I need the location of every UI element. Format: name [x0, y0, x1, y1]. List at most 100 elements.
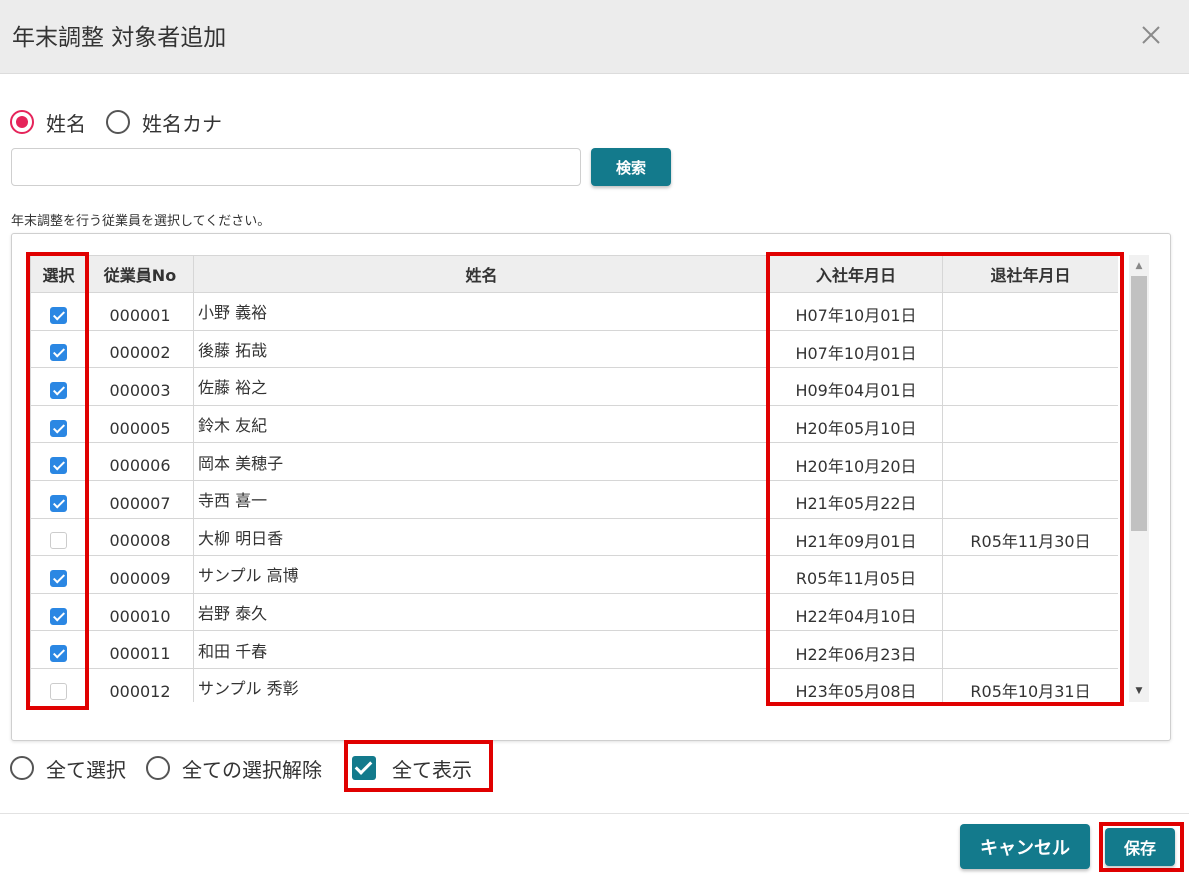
row-select-checkbox[interactable]: [50, 457, 67, 475]
select-cell: [30, 630, 87, 669]
hire-date-cell: H09年04月01日: [769, 367, 943, 406]
select-cell: [30, 292, 87, 331]
hire-date-cell: H21年09月01日: [769, 517, 943, 557]
employee-name-cell: 佐藤 裕之: [193, 367, 770, 406]
employee-no-cell: 000005: [86, 404, 194, 444]
radio-button-name[interactable]: [10, 110, 34, 134]
row-select-checkbox[interactable]: [50, 682, 67, 700]
row-select-checkbox[interactable]: [50, 569, 67, 587]
scroll-up-arrow-icon[interactable]: ▲: [1129, 259, 1149, 273]
row-select-checkbox[interactable]: [50, 381, 67, 399]
table-row[interactable]: 000011 和田 千春 H22年06月23日: [30, 630, 1118, 669]
column-header-employee-no[interactable]: 従業員No: [86, 255, 194, 293]
employee-name-cell: 小野 義裕: [193, 292, 770, 331]
employee-no-cell: 000002: [86, 329, 194, 369]
search-input[interactable]: [11, 148, 581, 186]
show-all-option[interactable]: 全て表示: [342, 754, 472, 783]
radio-label-name-kana: 姓名カナ: [142, 111, 222, 136]
select-cell: [30, 367, 87, 406]
select-all-option[interactable]: 全て選択: [10, 754, 126, 783]
footer-divider: [0, 813, 1189, 814]
dialog-title: 年末調整 対象者追加: [12, 25, 227, 51]
employee-no-cell: 000012: [86, 667, 194, 702]
select-cell: [30, 442, 87, 481]
table-row[interactable]: 000012 サンプル 秀彰 H23年05月08日 R05年10月31日: [30, 667, 1118, 702]
radio-option-name-kana[interactable]: 姓名カナ: [106, 108, 222, 137]
bottom-options: 全て選択 全ての選択解除 全て表示: [10, 752, 492, 784]
search-button[interactable]: 検索: [591, 148, 671, 186]
employee-table: 選択 従業員No 姓名 入社年月日 退社年月日 000001 小野 義裕 H07年1…: [30, 255, 1118, 702]
close-button[interactable]: [1136, 20, 1166, 50]
show-all-checkbox[interactable]: [352, 756, 376, 780]
column-header-leave-date[interactable]: 退社年月日: [942, 255, 1118, 293]
deselect-all-radio[interactable]: [146, 756, 170, 780]
column-header-name[interactable]: 姓名: [193, 255, 770, 293]
row-select-checkbox[interactable]: [50, 419, 67, 437]
employee-name-cell: 寺西 喜一: [193, 479, 770, 519]
deselect-all-option[interactable]: 全ての選択解除: [146, 754, 322, 783]
employee-name-cell: 後藤 拓哉: [193, 329, 770, 369]
hire-date-cell: H07年10月01日: [769, 329, 943, 369]
table-row[interactable]: 000008 大柳 明日香 H21年09月01日 R05年11月30日: [30, 517, 1118, 557]
select-cell: [30, 517, 87, 557]
deselect-all-label: 全ての選択解除: [182, 757, 322, 782]
leave-date-cell: [942, 404, 1118, 444]
close-icon[interactable]: [1136, 20, 1166, 50]
save-button[interactable]: 保存: [1105, 828, 1175, 866]
column-header-hire-date[interactable]: 入社年月日: [769, 255, 943, 293]
select-all-label: 全て選択: [46, 757, 126, 782]
select-cell: [30, 479, 87, 519]
table-row[interactable]: 000003 佐藤 裕之 H09年04月01日: [30, 367, 1118, 406]
leave-date-cell: R05年11月30日: [942, 517, 1118, 557]
hire-date-cell: H07年10月01日: [769, 292, 943, 331]
dialog-header: 年末調整 対象者追加: [0, 0, 1189, 74]
employee-no-cell: 000010: [86, 592, 194, 632]
row-select-checkbox[interactable]: [50, 532, 67, 550]
leave-date-cell: [942, 442, 1118, 481]
radio-label-name: 姓名: [46, 111, 86, 136]
select-cell: [30, 555, 87, 594]
employee-no-cell: 000001: [86, 292, 194, 331]
employee-no-cell: 000006: [86, 442, 194, 481]
row-select-checkbox[interactable]: [50, 306, 67, 324]
radio-button-name-kana[interactable]: [106, 110, 130, 134]
table-row[interactable]: 000001 小野 義裕 H07年10月01日: [30, 292, 1118, 331]
table-row[interactable]: 000007 寺西 喜一 H21年05月22日: [30, 479, 1118, 519]
table-row[interactable]: 000009 サンプル 高博 R05年11月05日: [30, 555, 1118, 594]
table-scrollbar[interactable]: ▲ ▼: [1129, 255, 1149, 702]
employee-no-cell: 000003: [86, 367, 194, 406]
table-header-row: 選択 従業員No 姓名 入社年月日 退社年月日: [30, 255, 1118, 293]
row-select-checkbox[interactable]: [50, 494, 67, 512]
leave-date-cell: [942, 367, 1118, 406]
select-cell: [30, 404, 87, 444]
scroll-thumb[interactable]: [1131, 276, 1147, 531]
employee-name-cell: 鈴木 友紀: [193, 404, 770, 444]
leave-date-cell: R05年10月31日: [942, 667, 1118, 702]
row-select-checkbox[interactable]: [50, 607, 67, 625]
search-mode-group: 姓名 姓名カナ: [10, 107, 242, 137]
employee-no-cell: 000007: [86, 479, 194, 519]
select-cell: [30, 592, 87, 632]
row-select-checkbox[interactable]: [50, 645, 67, 663]
table-body: 000001 小野 義裕 H07年10月01日 000002 後藤 拓哉 H07年10月0…: [30, 292, 1118, 702]
table-row[interactable]: 000006 岡本 美穂子 H20年10月20日: [30, 442, 1118, 481]
leave-date-cell: [942, 555, 1118, 594]
column-header-select: 選択: [30, 255, 87, 293]
row-select-checkbox[interactable]: [50, 344, 67, 362]
employee-no-cell: 000009: [86, 555, 194, 594]
employee-name-cell: 岩野 泰久: [193, 592, 770, 632]
scroll-down-arrow-icon[interactable]: ▼: [1129, 684, 1149, 698]
radio-option-name[interactable]: 姓名: [10, 108, 86, 137]
table-row[interactable]: 000005 鈴木 友紀 H20年05月10日: [30, 404, 1118, 444]
employee-name-cell: 和田 千春: [193, 630, 770, 669]
leave-date-cell: [942, 479, 1118, 519]
leave-date-cell: [942, 592, 1118, 632]
leave-date-cell: [942, 630, 1118, 669]
table-row[interactable]: 000002 後藤 拓哉 H07年10月01日: [30, 329, 1118, 369]
employee-grid: 選択 従業員No 姓名 入社年月日 退社年月日 000001 小野 義裕 H07年1…: [30, 255, 1118, 702]
select-all-radio[interactable]: [10, 756, 34, 780]
table-row[interactable]: 000010 岩野 泰久 H22年04月10日: [30, 592, 1118, 632]
cancel-button[interactable]: キャンセル: [960, 824, 1090, 869]
hire-date-cell: H20年05月10日: [769, 404, 943, 444]
employee-no-cell: 000011: [86, 630, 194, 669]
